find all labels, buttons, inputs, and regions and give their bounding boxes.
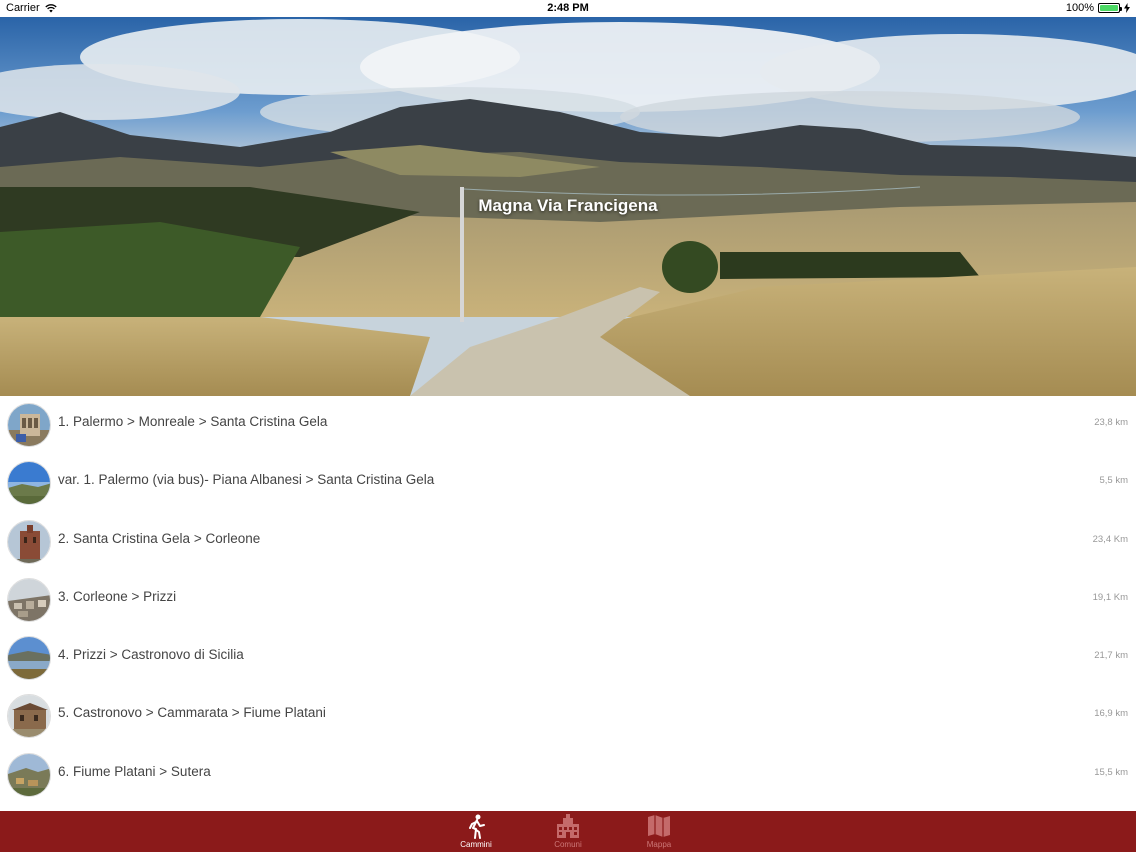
list-item[interactable]: 1. Palermo > Monreale > Santa Cristina G… [0, 396, 1136, 454]
tab-label: Cammini [460, 840, 492, 849]
route-thumbnail [7, 461, 51, 506]
route-list[interactable]: 1. Palermo > Monreale > Santa Cristina G… [0, 396, 1136, 811]
battery-icon [1098, 3, 1122, 13]
route-distance: 23,4 Km [1092, 533, 1128, 545]
route-distance: 5,5 km [1099, 475, 1128, 487]
route-thumbnail [7, 403, 51, 447]
charging-icon [1124, 3, 1130, 13]
list-item[interactable]: 4. Prizzi > Castronovo di Sicilia 21,7 k… [0, 629, 1136, 687]
route-distance: 21,7 km [1094, 650, 1128, 662]
battery-percent: 100% [1065, 2, 1094, 14]
map-icon [648, 815, 670, 837]
status-bar: Carrier 2:48 PM 100% [0, 0, 1136, 17]
building-icon [557, 814, 579, 838]
route-thumbnail [7, 752, 51, 797]
hero-title: Magna Via Francigena [478, 196, 658, 215]
list-item[interactable]: 5. Castronovo > Cammarata > Fiume Platan… [0, 687, 1136, 745]
route-distance: 19,1 Km [1092, 591, 1128, 603]
tab-comuni[interactable]: Comuni [533, 811, 603, 852]
hero-banner: Magna Via Francigena [0, 17, 1136, 396]
route-name: 4. Prizzi > Castronovo di Sicilia [58, 647, 244, 663]
route-name: 5. Castronovo > Cammarata > Fiume Platan… [58, 705, 326, 721]
list-item[interactable]: 2. Santa Cristina Gela > Corleone 23,4 K… [0, 513, 1136, 571]
tab-cammini[interactable]: Cammini [441, 811, 511, 852]
route-name: 2. Santa Cristina Gela > Corleone [58, 530, 261, 546]
tab-mappa[interactable]: Mappa [624, 811, 694, 852]
route-distance: 16,9 km [1094, 708, 1128, 720]
route-distance: 15,5 km [1094, 766, 1128, 778]
route-thumbnail [7, 577, 51, 622]
list-item[interactable]: var. 1. Palermo (via bus)- Piana Albanes… [0, 454, 1136, 512]
walker-icon [469, 814, 485, 839]
tab-label: Mappa [646, 840, 672, 849]
route-thumbnail [7, 694, 51, 739]
tab-label: Comuni [554, 840, 582, 849]
route-name: 1. Palermo > Monreale > Santa Cristina G… [58, 414, 328, 429]
route-name: 6. Fiume Platani > Sutera [58, 763, 211, 779]
status-time: 2:48 PM [547, 2, 589, 14]
list-item[interactable]: 6. Fiume Platani > Sutera 15,5 km [0, 746, 1136, 804]
status-right: 100% [1066, 2, 1130, 14]
route-thumbnail [7, 636, 51, 681]
list-item[interactable]: 3. Corleone > Prizzi 19,1 Km [0, 571, 1136, 629]
route-name: var. 1. Palermo (via bus)- Piana Albanes… [58, 472, 435, 488]
route-distance: 23,8 km [1094, 417, 1128, 428]
battery-fill [1100, 5, 1118, 11]
route-thumbnail [7, 519, 51, 564]
route-name: 3. Corleone > Prizzi [58, 588, 177, 604]
tab-bar: Cammini Comuni Mappa [0, 811, 1136, 852]
